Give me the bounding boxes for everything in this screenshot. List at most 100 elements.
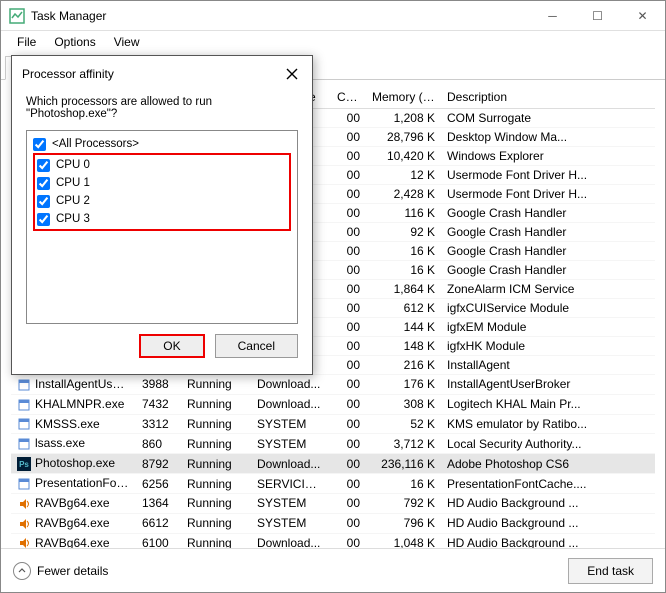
cell-pid: 7432 — [136, 394, 181, 414]
cell-mem: 236,116 K — [366, 454, 441, 474]
cell-mem: 16 K — [366, 261, 441, 280]
menu-view[interactable]: View — [106, 33, 148, 51]
cell-mem: 16 K — [366, 242, 441, 261]
cell-mem: 52 K — [366, 414, 441, 434]
cell-desc: HD Audio Background ... — [441, 513, 655, 533]
cell-mem: 792 K — [366, 493, 441, 513]
menubar: File Options View — [1, 31, 665, 53]
chevron-up-icon — [13, 562, 31, 580]
cell-pid: 3988 — [136, 375, 181, 395]
cell-desc: Google Crash Handler — [441, 261, 655, 280]
cell-desc: Google Crash Handler — [441, 223, 655, 242]
table-row[interactable]: PresentationFon...6256RunningSERVICIO ..… — [11, 474, 655, 494]
cell-mem: 3,712 K — [366, 434, 441, 454]
cell-desc: Adobe Photoshop CS6 — [441, 454, 655, 474]
dialog-close-button[interactable] — [282, 64, 302, 84]
cell-desc: igfxCUIService Module — [441, 299, 655, 318]
fewer-details-label: Fewer details — [37, 564, 108, 578]
cell-user: Download... — [251, 394, 331, 414]
table-row[interactable]: PsPhotoshop.exe8792RunningDownload...002… — [11, 454, 655, 474]
cell-desc: ZoneAlarm ICM Service — [441, 280, 655, 299]
cell-cpu: 00 — [331, 454, 366, 474]
menu-options[interactable]: Options — [46, 33, 103, 51]
checkbox-cpu-2[interactable]: CPU 2 — [37, 192, 287, 210]
cell-desc: igfxEM Module — [441, 318, 655, 337]
cell-desc: PresentationFontCache.... — [441, 474, 655, 494]
cell-desc: Usermode Font Driver H... — [441, 166, 655, 185]
cell-status: Running — [181, 493, 251, 513]
cell-cpu: 00 — [331, 318, 366, 337]
cell-desc: Local Security Authority... — [441, 434, 655, 454]
cell-cpu: 00 — [331, 414, 366, 434]
cell-mem: 148 K — [366, 337, 441, 356]
cell-mem: 1,864 K — [366, 280, 441, 299]
cell-mem: 2,428 K — [366, 185, 441, 204]
cell-cpu: 00 — [331, 356, 366, 375]
cell-status: Running — [181, 375, 251, 395]
end-task-button[interactable]: End task — [568, 558, 653, 584]
maximize-button[interactable]: ☐ — [575, 1, 620, 31]
checkbox-cpu-1[interactable]: CPU 1 — [37, 174, 287, 192]
table-row[interactable]: lsass.exe860RunningSYSTEM003,712 KLocal … — [11, 434, 655, 454]
ok-button[interactable]: OK — [139, 334, 204, 358]
cell-user: SYSTEM — [251, 513, 331, 533]
cell-user: SYSTEM — [251, 434, 331, 454]
cell-mem: 796 K — [366, 513, 441, 533]
cell-user: SERVICIO ... — [251, 474, 331, 494]
cell-mem: 28,796 K — [366, 128, 441, 147]
cell-cpu: 00 — [331, 204, 366, 223]
cell-user: Download... — [251, 454, 331, 474]
cell-mem: 16 K — [366, 474, 441, 494]
cell-mem: 308 K — [366, 394, 441, 414]
col-desc[interactable]: Description — [441, 86, 655, 109]
cell-cpu: 00 — [331, 434, 366, 454]
cell-name: KHALMNPR.exe — [11, 394, 136, 414]
cell-cpu: 00 — [331, 147, 366, 166]
cpu-highlight-group: CPU 0 CPU 1 CPU 2 CPU 3 — [33, 153, 291, 231]
cell-status: Running — [181, 474, 251, 494]
cell-user: SYSTEM — [251, 414, 331, 434]
cell-status: Running — [181, 454, 251, 474]
cell-pid: 1364 — [136, 493, 181, 513]
cell-mem: 1,208 K — [366, 109, 441, 128]
cell-status: Running — [181, 414, 251, 434]
cell-status: Running — [181, 513, 251, 533]
table-row[interactable]: InstallAgentUser...3988RunningDownload..… — [11, 375, 655, 395]
cell-user: Download... — [251, 375, 331, 395]
cancel-button[interactable]: Cancel — [215, 334, 298, 358]
cell-mem: 612 K — [366, 299, 441, 318]
cell-name: KMSSS.exe — [11, 414, 136, 434]
minimize-button[interactable]: ─ — [530, 1, 575, 31]
col-cpu[interactable]: CPU — [331, 86, 366, 109]
cell-cpu: 00 — [331, 261, 366, 280]
table-row[interactable]: RAVBg64.exe1364RunningSYSTEM00792 KHD Au… — [11, 493, 655, 513]
affinity-dialog: Processor affinity Which processors are … — [11, 55, 313, 375]
checkbox-all-processors[interactable]: <All Processors> — [33, 135, 291, 153]
table-row[interactable]: RAVBg64.exe6612RunningSYSTEM00796 KHD Au… — [11, 513, 655, 533]
cell-status: Running — [181, 394, 251, 414]
cell-name: InstallAgentUser... — [11, 375, 136, 395]
checkbox-cpu-3[interactable]: CPU 3 — [37, 210, 287, 228]
dialog-message: Which processors are allowed to run "Pho… — [12, 92, 312, 130]
close-button[interactable]: ✕ — [620, 1, 665, 31]
menu-file[interactable]: File — [9, 33, 44, 51]
window-title: Task Manager — [31, 9, 530, 23]
cell-cpu: 00 — [331, 513, 366, 533]
cell-cpu: 00 — [331, 128, 366, 147]
cell-user: SYSTEM — [251, 493, 331, 513]
table-row[interactable]: KHALMNPR.exe7432RunningDownload...00308 … — [11, 394, 655, 414]
cell-pid: 6256 — [136, 474, 181, 494]
checkbox-input[interactable] — [33, 138, 46, 151]
cell-cpu: 00 — [331, 223, 366, 242]
footer: Fewer details End task — [1, 548, 665, 592]
fewer-details-button[interactable]: Fewer details — [13, 562, 108, 580]
cell-pid: 6612 — [136, 513, 181, 533]
processor-list: <All Processors> CPU 0 CPU 1 CPU 2 CPU 3 — [26, 130, 298, 324]
col-mem[interactable]: Memory (p... — [366, 86, 441, 109]
table-row[interactable]: KMSSS.exe3312RunningSYSTEM0052 KKMS emul… — [11, 414, 655, 434]
cell-name: PresentationFon... — [11, 474, 136, 494]
cell-desc: Desktop Window Ma... — [441, 128, 655, 147]
cell-name: lsass.exe — [11, 434, 136, 454]
checkbox-cpu-0[interactable]: CPU 0 — [37, 156, 287, 174]
cell-desc: InstallAgentUserBroker — [441, 375, 655, 395]
